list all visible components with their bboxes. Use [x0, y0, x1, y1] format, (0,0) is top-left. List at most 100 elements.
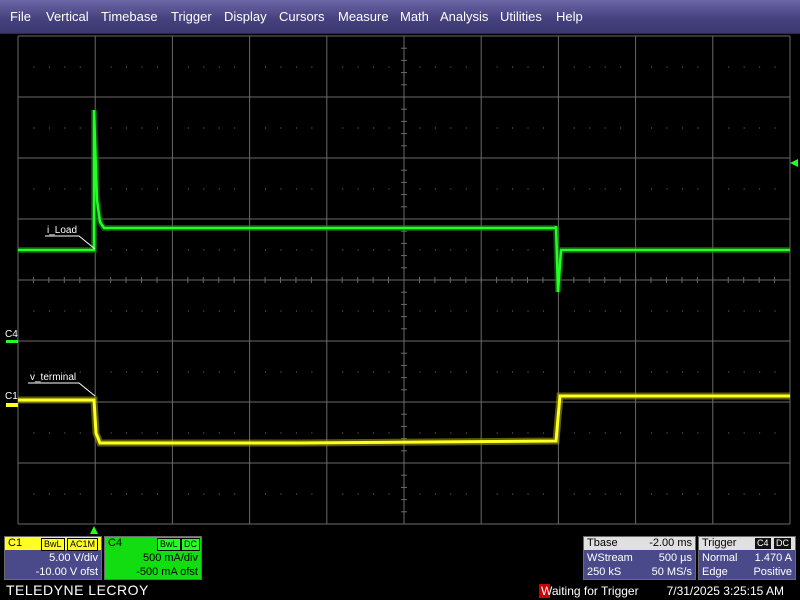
grid-dot: [465, 432, 467, 434]
grid-dot: [527, 371, 529, 373]
grid-dot: [295, 432, 297, 434]
grid-dot: [774, 310, 776, 312]
grid-dot: [728, 371, 730, 373]
grid-dot: [126, 493, 128, 495]
grid-dot: [666, 188, 668, 190]
grid-dot: [728, 432, 730, 434]
status-bar: TELEDYNE LECROY Waiting for Trigger 7/31…: [0, 580, 800, 600]
grid-dot: [419, 371, 421, 373]
grid-dot: [450, 432, 452, 434]
grid-dot: [373, 188, 375, 190]
grid-dot: [604, 127, 606, 129]
grid-dot: [311, 249, 313, 251]
menu-cursors[interactable]: Cursors: [279, 9, 325, 24]
grid-dot: [373, 127, 375, 129]
menu-vertical[interactable]: Vertical: [46, 9, 89, 24]
grid-dot: [419, 188, 421, 190]
grid-dot: [434, 371, 436, 373]
menu-display[interactable]: Display: [224, 9, 267, 24]
c1-descriptor[interactable]: C1 BwL AC1M 5.00 V/div -10.00 V ofst: [4, 536, 102, 580]
grid-dot: [126, 249, 128, 251]
grid-dot: [759, 310, 761, 312]
grid-dot: [295, 493, 297, 495]
grid-dot: [666, 66, 668, 68]
grid-dot: [218, 188, 220, 190]
grid-dot: [527, 310, 529, 312]
grid-dot: [373, 249, 375, 251]
grid-dot: [218, 371, 220, 373]
grid-dot: [79, 310, 81, 312]
timebase-descriptor[interactable]: Tbase -2.00 ms WStream 500 µs 250 kS 50 …: [583, 536, 696, 580]
grid-dot: [666, 371, 668, 373]
grid-dot: [728, 127, 730, 129]
menu-help[interactable]: Help: [556, 9, 583, 24]
grid-dot: [265, 493, 267, 495]
grid-dot: [743, 188, 745, 190]
grid-dot: [357, 66, 359, 68]
grid-dot: [110, 493, 112, 495]
grid-dot: [434, 66, 436, 68]
c4-descriptor[interactable]: C4 BwL DC 500 mA/div -500 mA ofst: [104, 536, 202, 580]
c1-trace-label: v_terminal: [30, 372, 77, 383]
grid-dot: [419, 432, 421, 434]
grid-dot: [203, 127, 205, 129]
menu-timebase[interactable]: Timebase: [101, 9, 158, 24]
grid-dot: [187, 127, 189, 129]
grid-dot: [527, 188, 529, 190]
grid-dot: [311, 432, 313, 434]
c4-coupling-badge: DC: [181, 538, 200, 551]
menu-utilities[interactable]: Utilities: [500, 9, 542, 24]
grid-dot: [33, 432, 35, 434]
grid-dot: [573, 493, 575, 495]
grid-dot: [419, 249, 421, 251]
grid-dot: [234, 127, 236, 129]
menu-math[interactable]: Math: [400, 9, 429, 24]
c4-offset-label: C4: [5, 329, 18, 340]
menu-analysis[interactable]: Analysis: [440, 9, 488, 24]
grid-dot: [357, 493, 359, 495]
grid-dot: [728, 66, 730, 68]
grid-dot: [203, 249, 205, 251]
grid-dot: [218, 127, 220, 129]
grid-dot: [280, 371, 282, 373]
menu-measure[interactable]: Measure: [338, 9, 389, 24]
c1-offset-marker: [6, 403, 18, 407]
trigger-slope: Positive: [753, 566, 792, 578]
grid-dot: [728, 310, 730, 312]
grid-dot: [156, 66, 158, 68]
grid-dot: [666, 432, 668, 434]
grid-dot: [728, 493, 730, 495]
grid-dot: [295, 127, 297, 129]
grid-dot: [126, 432, 128, 434]
date-time: 7/31/2025 3:25:15 AM: [666, 584, 784, 598]
grid-dot: [651, 127, 653, 129]
grid-dot: [234, 493, 236, 495]
grid-dot: [33, 188, 35, 190]
grid-dot: [388, 249, 390, 251]
c1-offset: -10.00 V ofst: [35, 566, 98, 578]
menu-trigger[interactable]: Trigger: [171, 9, 212, 24]
grid-dot: [542, 188, 544, 190]
grid-dot: [434, 493, 436, 495]
grid-dot: [743, 310, 745, 312]
c1-name: C1: [8, 537, 23, 549]
waveform-display[interactable]: [0, 34, 800, 536]
grid-dot: [774, 371, 776, 373]
grid-dot: [156, 127, 158, 129]
grid-dot: [280, 493, 282, 495]
trigger-descriptor[interactable]: Trigger C4 DC Normal 1.470 A Edge Positi…: [698, 536, 796, 580]
grid-dot: [496, 371, 498, 373]
grid-dot: [651, 310, 653, 312]
grid-dot: [542, 127, 544, 129]
grid-dot: [666, 310, 668, 312]
grid-dot: [342, 188, 344, 190]
c4-scale: 500 mA/div: [142, 552, 198, 564]
grid-dot: [419, 310, 421, 312]
menu-file[interactable]: File: [10, 9, 31, 24]
grid-dot: [697, 493, 699, 495]
grid-dot: [126, 310, 128, 312]
timebase-time-div: 500 µs: [658, 552, 692, 564]
grid-dot: [79, 371, 81, 373]
grid-dot: [681, 432, 683, 434]
grid-dot: [450, 188, 452, 190]
